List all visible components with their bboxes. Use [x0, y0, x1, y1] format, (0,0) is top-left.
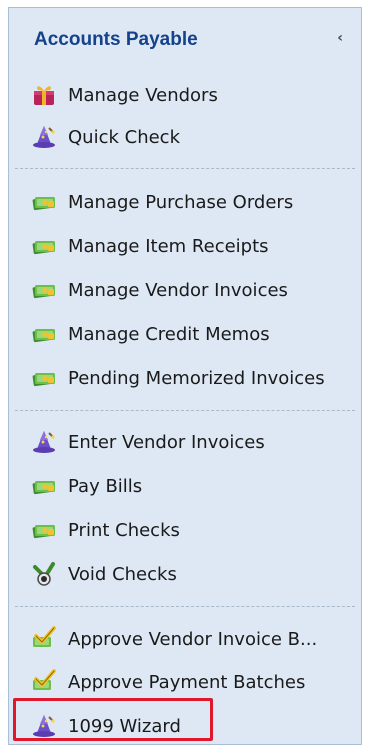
- nav-item-label: Manage Vendors: [68, 84, 218, 106]
- nav-item-print-checks[interactable]: Print Checks: [9, 510, 361, 550]
- nav-item-label: Manage Item Receipts: [68, 235, 269, 257]
- nav-item-label: Void Checks: [68, 563, 177, 585]
- nav-item-label: Manage Vendor Invoices: [68, 279, 288, 301]
- money-icon: [31, 365, 57, 391]
- money-icon: [31, 321, 57, 347]
- nav-item-label: Manage Credit Memos: [68, 323, 270, 345]
- nav-item-manage-vendors[interactable]: Manage Vendors: [9, 75, 361, 115]
- nav-item-pay-bills[interactable]: Pay Bills: [9, 466, 361, 506]
- group-separator: [15, 410, 355, 411]
- nav-item-label: Pending Memorized Invoices: [68, 367, 325, 389]
- nav-item-label: Quick Check: [68, 126, 180, 148]
- money-icon: [31, 517, 57, 543]
- collapse-chevron-icon[interactable]: ‹: [337, 30, 343, 46]
- nav-item-1099-wizard[interactable]: 1099 Wizard: [9, 706, 361, 746]
- nav-item-manage-vendor-invoices[interactable]: Manage Vendor Invoices: [9, 270, 361, 310]
- vendor-gift-icon: [31, 82, 57, 108]
- nav-item-pending-memorized-invoices[interactable]: Pending Memorized Invoices: [9, 358, 361, 398]
- nav-item-label: Print Checks: [68, 519, 180, 541]
- nav-item-manage-item-receipts[interactable]: Manage Item Receipts: [9, 226, 361, 266]
- nav-item-label: Enter Vendor Invoices: [68, 431, 265, 453]
- money-icon: [31, 473, 57, 499]
- money-icon: [31, 277, 57, 303]
- nav-item-approve-payment-batches[interactable]: Approve Payment Batches: [9, 662, 361, 702]
- nav-item-label: 1099 Wizard: [68, 715, 181, 737]
- void-check-icon: [31, 561, 57, 587]
- nav-item-manage-credit-memos[interactable]: Manage Credit Memos: [9, 314, 361, 354]
- accounts-payable-panel: Accounts Payable ‹ Manage Vendors Quick …: [8, 7, 362, 745]
- nav-item-void-checks[interactable]: Void Checks: [9, 554, 361, 594]
- nav-item-approve-vendor-invoice-batches[interactable]: Approve Vendor Invoice B...: [9, 619, 361, 659]
- wizard-icon: [31, 713, 57, 739]
- nav-item-manage-purchase-orders[interactable]: Manage Purchase Orders: [9, 182, 361, 222]
- money-icon: [31, 233, 57, 259]
- nav-item-quick-check[interactable]: Quick Check: [9, 117, 361, 157]
- nav-item-enter-vendor-invoices[interactable]: Enter Vendor Invoices: [9, 422, 361, 462]
- approve-check-icon: [31, 669, 57, 695]
- money-icon: [31, 189, 57, 215]
- wizard-icon: [31, 124, 57, 150]
- nav-item-label: Pay Bills: [68, 475, 143, 497]
- group-separator: [15, 606, 355, 607]
- group-separator: [15, 168, 355, 169]
- panel-header[interactable]: Accounts Payable ‹: [9, 8, 361, 76]
- nav-item-label: Manage Purchase Orders: [68, 191, 294, 213]
- nav-item-label: Approve Vendor Invoice B...: [68, 628, 318, 650]
- approve-check-icon: [31, 626, 57, 652]
- panel-title: Accounts Payable: [34, 29, 198, 50]
- wizard-icon: [31, 429, 57, 455]
- nav-item-label: Approve Payment Batches: [68, 671, 306, 693]
